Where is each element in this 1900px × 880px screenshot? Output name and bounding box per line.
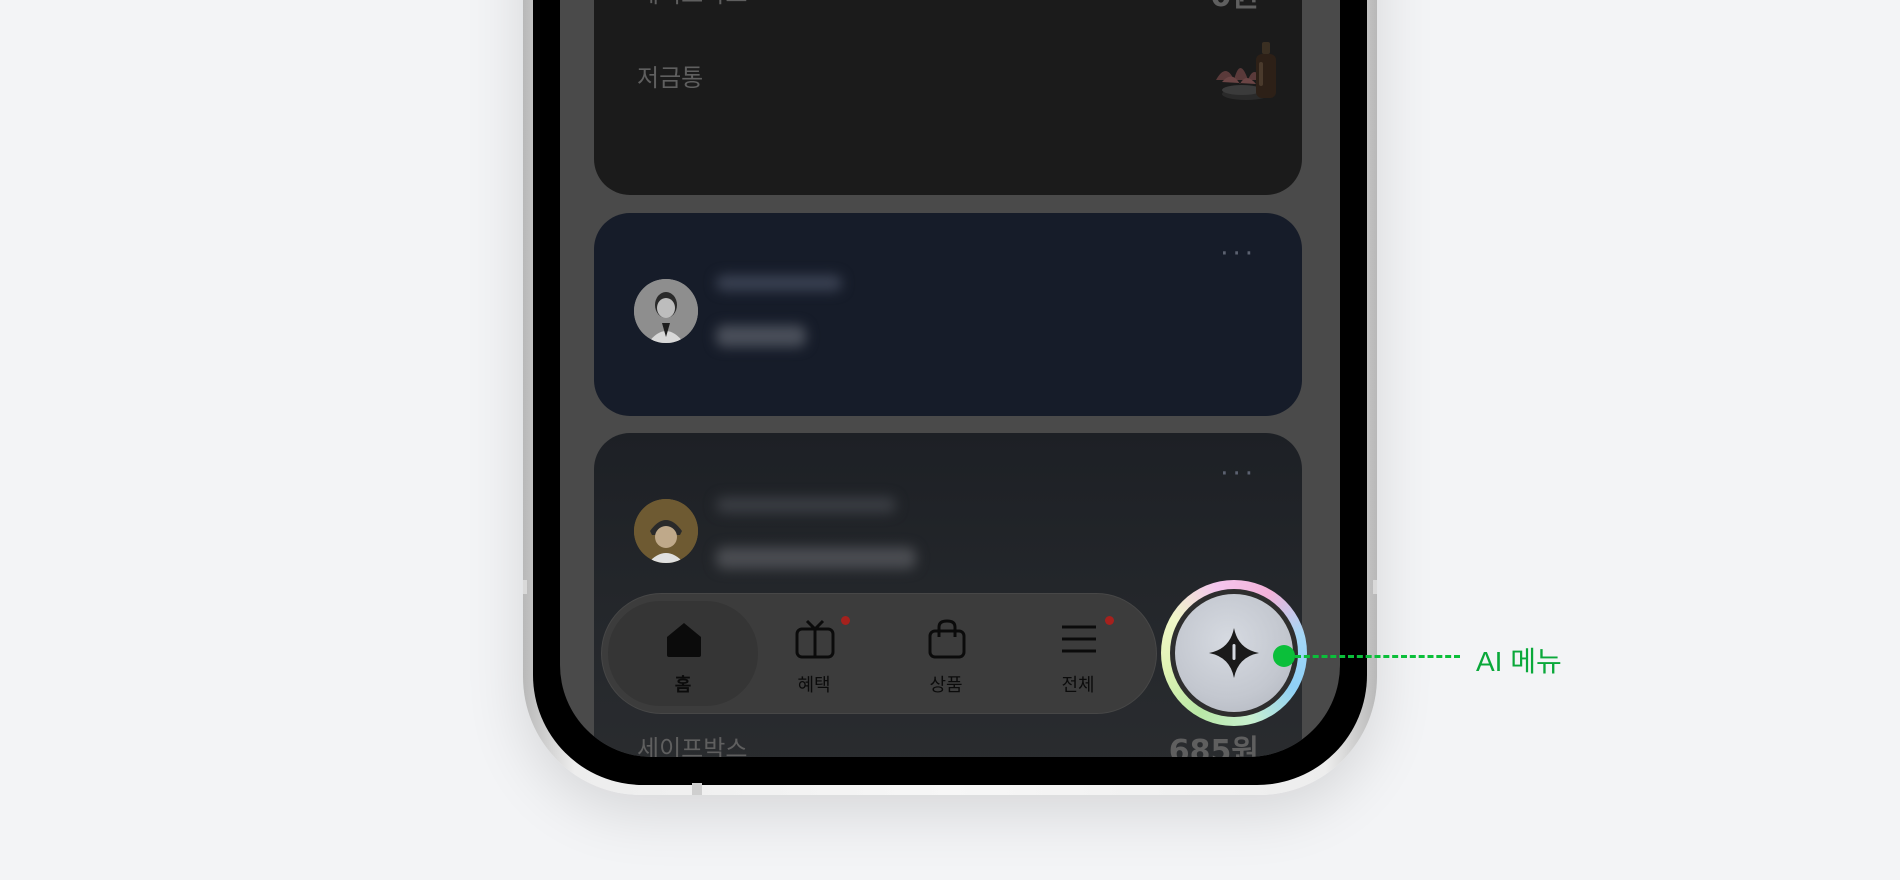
friend-card[interactable]: ··· xyxy=(594,213,1302,416)
blurred-subtitle xyxy=(716,547,916,569)
tab-benefits[interactable]: 혜택 xyxy=(739,601,889,706)
tab-label: 전체 xyxy=(1061,675,1095,696)
lotus-bottle-icon xyxy=(1216,42,1276,100)
tab-label: 홈 xyxy=(674,675,692,696)
blurred-title xyxy=(716,497,896,513)
more-dots-icon[interactable]: ··· xyxy=(1220,459,1257,489)
safebox-value: 685원 xyxy=(1168,734,1259,757)
bottom-tab-bar: 홈 혜택 상품 전체 xyxy=(601,593,1157,714)
notification-badge xyxy=(841,616,850,625)
tab-products[interactable]: 상품 xyxy=(871,601,1021,706)
annotation-line xyxy=(1295,655,1460,658)
blurred-subtitle xyxy=(716,325,806,347)
safebox-label: 세이프박스 xyxy=(637,0,747,9)
avatar xyxy=(634,499,698,563)
avatar xyxy=(634,279,698,343)
piggybank-label: 저금통 xyxy=(637,64,704,92)
side-button xyxy=(1373,580,1377,594)
sparkle-icon xyxy=(1209,628,1259,678)
savings-card[interactable]: 세이프박스 0원 저금통 xyxy=(594,0,1302,195)
safebox-label: 세이프박스 xyxy=(637,735,748,757)
tab-label: 상품 xyxy=(929,675,963,696)
tv-icon xyxy=(795,619,835,659)
tab-all[interactable]: 전체 xyxy=(1003,601,1153,706)
home-icon xyxy=(667,623,701,657)
shopping-bag-icon xyxy=(928,619,966,659)
menu-icon xyxy=(1062,625,1096,653)
phone-port xyxy=(692,783,702,795)
blurred-title xyxy=(716,275,842,291)
annotation-dot xyxy=(1273,645,1295,667)
side-button xyxy=(523,580,527,594)
notification-badge xyxy=(1105,616,1114,625)
more-dots-icon[interactable]: ··· xyxy=(1220,239,1257,269)
tab-label: 혜택 xyxy=(797,675,831,696)
safebox-value: 0원 xyxy=(1211,0,1259,15)
annotation-label: AI 메뉴 xyxy=(1476,646,1562,677)
tab-home[interactable]: 홈 xyxy=(608,601,758,706)
